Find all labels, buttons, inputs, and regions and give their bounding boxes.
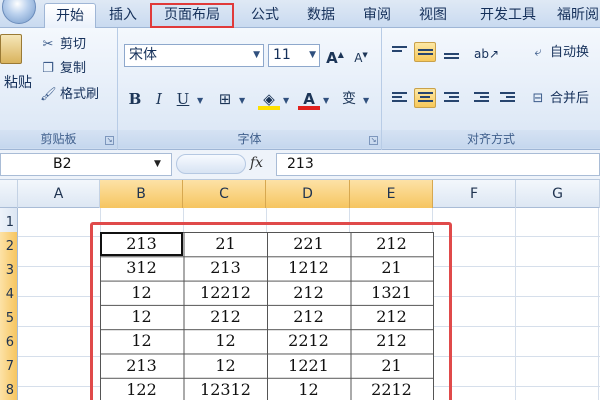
tab-developer[interactable]: 开发工具: [466, 3, 550, 28]
tab-formulas[interactable]: 公式: [240, 3, 290, 28]
chevron-down-icon: ▼: [253, 50, 260, 60]
font-name-value: 宋体: [129, 47, 157, 63]
paste-button[interactable]: 粘贴: [0, 28, 38, 98]
copy-label: 复制: [60, 61, 87, 76]
shrink-font-button[interactable]: A▼: [350, 44, 372, 66]
format-painter-label: 格式刷: [60, 87, 100, 102]
paste-label: 粘贴: [4, 75, 32, 91]
align-left-button[interactable]: [388, 88, 410, 108]
tab-page-layout[interactable]: 页面布局: [150, 3, 234, 28]
formula-bar-resize-handle[interactable]: [176, 154, 246, 174]
name-box[interactable]: B2: [0, 153, 172, 176]
align-middle-button[interactable]: [414, 42, 436, 62]
alignment-group: ab↗ ⤶ 自动换 ⊟ 合并后 对齐方式: [382, 28, 600, 150]
align-center-button[interactable]: [414, 88, 436, 108]
borders-button[interactable]: ⊞: [214, 88, 236, 110]
alignment-group-label: 对齐方式: [382, 130, 600, 148]
wrap-text-label: 自动换: [550, 45, 590, 60]
office-button[interactable]: [2, 0, 36, 24]
tab-view[interactable]: 视图: [408, 3, 458, 28]
tab-insert[interactable]: 插入: [100, 3, 146, 28]
chevron-down-icon[interactable]: ▼: [239, 96, 245, 105]
font-size-value: 11: [273, 47, 291, 63]
fill-color-button[interactable]: ◈: [258, 88, 280, 110]
align-top-button[interactable]: [388, 42, 410, 62]
chevron-down-icon[interactable]: ▼: [197, 96, 203, 105]
copy-icon: ❐: [42, 61, 54, 76]
tab-home[interactable]: 开始: [44, 3, 96, 28]
cut-label: 剪切: [60, 37, 87, 52]
italic-button[interactable]: I: [148, 88, 170, 110]
tab-foxit[interactable]: 福昕阅: [556, 3, 600, 28]
column-header[interactable]: B: [100, 180, 183, 208]
ribbon-tab-bar: 开始 插入 页面布局 公式 数据 审阅 视图 开发工具 福昕阅: [0, 0, 600, 28]
column-headers: A B C D E F G: [0, 180, 600, 208]
chevron-down-icon[interactable]: ▼: [154, 159, 161, 169]
wrap-text-icon: ⤶: [534, 45, 542, 60]
select-all-corner[interactable]: [0, 180, 18, 208]
tab-data[interactable]: 数据: [296, 3, 346, 28]
formula-input[interactable]: 213: [276, 153, 600, 176]
merge-center-button[interactable]: ⊟ 合并后: [530, 88, 589, 110]
column-header[interactable]: A: [18, 180, 100, 208]
font-launcher-icon[interactable]: ↘: [369, 136, 378, 145]
chevron-down-icon[interactable]: ▼: [283, 96, 289, 105]
grow-font-button[interactable]: A▲: [324, 44, 346, 67]
tab-review[interactable]: 审阅: [352, 3, 402, 28]
column-header[interactable]: G: [516, 180, 600, 208]
insert-function-icon[interactable]: fx: [250, 155, 263, 171]
column-header[interactable]: D: [266, 180, 350, 208]
ribbon: 粘贴 ✂ 剪切 ❐ 复制 🖌 格式刷 剪贴板 ↘ 宋体 ▼ 11 ▼ A▲ A▼…: [0, 28, 600, 150]
format-painter-button[interactable]: 🖌 格式刷: [40, 84, 99, 106]
text-orientation-icon: ab↗: [474, 47, 500, 61]
wrap-text-button[interactable]: ⤶ 自动换: [530, 42, 589, 64]
font-group-label: 字体: [118, 130, 381, 148]
scissors-icon: ✂: [42, 37, 54, 52]
formula-bar: B2 ▼ fx 213: [0, 150, 600, 180]
chevron-down-icon: ▼: [309, 50, 316, 60]
align-bottom-button[interactable]: [440, 42, 462, 62]
bold-button[interactable]: B: [124, 88, 146, 110]
font-size-select[interactable]: 11 ▼: [268, 44, 320, 67]
decrease-indent-button[interactable]: [470, 88, 492, 108]
underline-button[interactable]: U: [172, 88, 194, 110]
font-color-button[interactable]: A: [298, 88, 320, 110]
highlight-annotation-box: [90, 222, 452, 400]
phonetic-button[interactable]: 变: [338, 88, 360, 110]
copy-button[interactable]: ❐ 复制: [40, 58, 86, 80]
font-group: 宋体 ▼ 11 ▼ A▲ A▼ B I U ▼ ⊞ ▼ ◈ ▼ A ▼ 变 ▼ …: [118, 28, 382, 150]
increase-indent-button[interactable]: [496, 88, 518, 108]
chevron-down-icon[interactable]: ▼: [323, 96, 329, 105]
merge-center-label: 合并后: [550, 91, 590, 106]
paintbrush-icon: 🖌: [40, 87, 57, 102]
column-header[interactable]: F: [433, 180, 516, 208]
orientation-button[interactable]: ab↗: [470, 42, 499, 62]
column-header[interactable]: E: [350, 180, 433, 208]
cut-button[interactable]: ✂ 剪切: [40, 34, 86, 56]
row-header[interactable]: 8: [0, 376, 18, 400]
paint-bucket-icon: ◈: [263, 90, 275, 108]
clipboard-group-label: 剪贴板: [0, 130, 117, 148]
column-header[interactable]: C: [183, 180, 266, 208]
align-right-button[interactable]: [440, 88, 462, 108]
clipboard-icon: [0, 34, 22, 64]
merge-cells-icon: ⊟: [532, 91, 544, 106]
font-name-select[interactable]: 宋体 ▼: [124, 44, 264, 67]
clipboard-launcher-icon[interactable]: ↘: [105, 136, 114, 145]
clipboard-group: 粘贴 ✂ 剪切 ❐ 复制 🖌 格式刷 剪贴板 ↘: [0, 28, 118, 150]
chevron-down-icon[interactable]: ▼: [363, 96, 369, 105]
